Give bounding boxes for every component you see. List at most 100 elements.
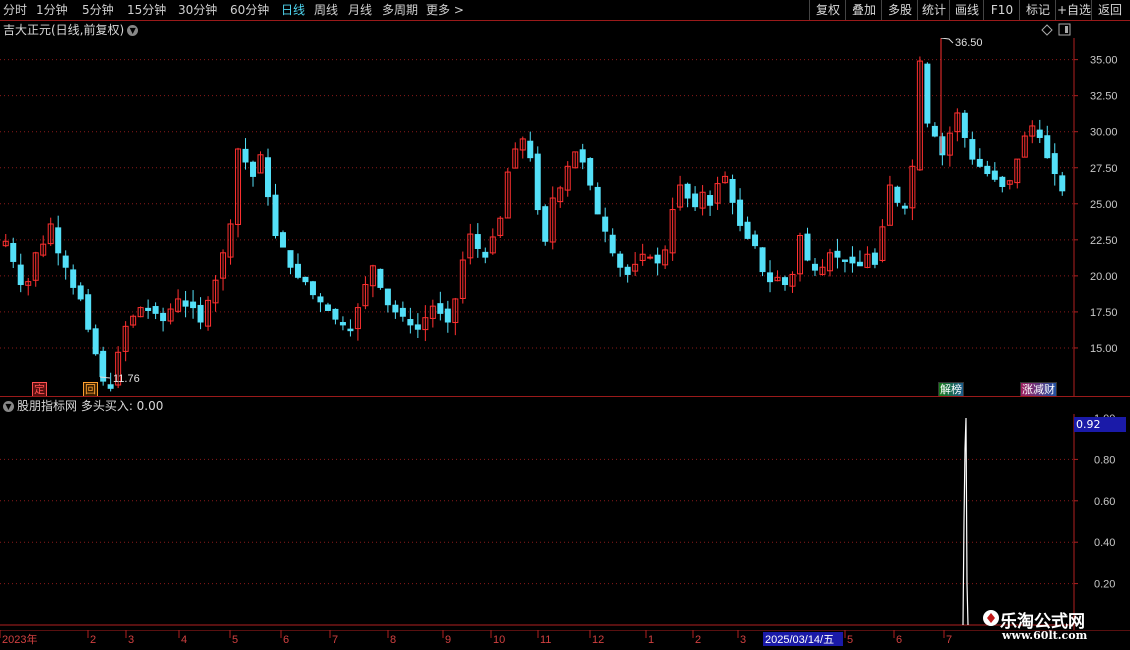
candle bbox=[145, 299, 152, 319]
candle-body bbox=[811, 263, 818, 271]
candle-body bbox=[324, 304, 331, 311]
candle bbox=[167, 303, 174, 325]
back-button[interactable]: 返回 bbox=[1091, 0, 1128, 20]
draw-line-button[interactable]: 画线 bbox=[949, 0, 984, 20]
candle-body bbox=[339, 322, 346, 326]
candle bbox=[92, 324, 99, 356]
candle bbox=[32, 251, 39, 287]
tab-monthly[interactable]: 月线 bbox=[348, 0, 372, 20]
candle-body bbox=[804, 233, 811, 261]
price-tick-label: 35.00 bbox=[1090, 55, 1118, 67]
stats-button[interactable]: 统计 bbox=[917, 0, 950, 20]
candle bbox=[804, 227, 811, 262]
tab-daily[interactable]: 日线 bbox=[281, 0, 305, 20]
mark-button[interactable]: 标记 bbox=[1019, 0, 1056, 20]
candle bbox=[294, 253, 301, 280]
candle-body bbox=[782, 277, 789, 286]
candle bbox=[324, 302, 331, 311]
high-pointer bbox=[940, 38, 954, 44]
candle-body bbox=[384, 288, 391, 306]
f10-button[interactable]: F10 bbox=[983, 0, 1020, 20]
tag-jiebang[interactable]: 解榜 bbox=[938, 382, 964, 397]
overlay-button[interactable]: 叠加 bbox=[845, 0, 882, 20]
price-tick-label: 32.50 bbox=[1090, 91, 1118, 103]
candle-body bbox=[624, 266, 631, 275]
tab-15min[interactable]: 15分钟 bbox=[127, 0, 166, 20]
candle bbox=[789, 271, 796, 293]
candle bbox=[1021, 131, 1028, 158]
candle bbox=[175, 289, 182, 314]
candle bbox=[737, 188, 744, 232]
window-controls bbox=[1041, 23, 1071, 36]
candle-body bbox=[587, 158, 594, 186]
candle-body bbox=[752, 234, 759, 247]
tag-hui[interactable]: 回 bbox=[83, 382, 98, 397]
candle bbox=[714, 176, 721, 210]
indicator-title: 股朋指标网 多头买入: 0.00 bbox=[17, 399, 164, 413]
candle-body bbox=[77, 285, 84, 300]
indicator-tick-label: 0.20 bbox=[1094, 579, 1115, 591]
chevron-down-icon[interactable]: ▼ bbox=[3, 401, 14, 412]
panel-icon[interactable] bbox=[1058, 23, 1071, 36]
candle bbox=[354, 303, 361, 341]
candle-body bbox=[1044, 135, 1051, 159]
tab-1min[interactable]: 1分钟 bbox=[36, 0, 68, 20]
date-highlight-label: 2025/03/14/五 bbox=[765, 634, 834, 646]
candle bbox=[1014, 158, 1021, 189]
price-tick-label: 15.00 bbox=[1090, 343, 1118, 355]
candle-body bbox=[969, 139, 976, 160]
date-label: 6 bbox=[283, 634, 289, 646]
tab-multi-period[interactable]: 多周期 bbox=[382, 0, 418, 20]
candle bbox=[744, 216, 751, 240]
panel-divider bbox=[0, 396, 1130, 397]
tab-5min[interactable]: 5分钟 bbox=[82, 0, 114, 20]
multi-stock-button[interactable]: 多股 bbox=[881, 0, 918, 20]
diamond-icon[interactable] bbox=[1041, 24, 1053, 36]
candle-body bbox=[399, 307, 406, 317]
candle bbox=[257, 151, 264, 174]
tab-fenshi[interactable]: 分时 bbox=[3, 0, 27, 20]
candle bbox=[250, 160, 257, 187]
candle-body bbox=[924, 63, 931, 124]
candlestick-chart[interactable]: 35.00 32.50 30.00 27.50 25.00 22.50 20.00 17.50… bbox=[0, 38, 1130, 396]
candle bbox=[969, 131, 976, 165]
price-tick-label: 22.50 bbox=[1090, 235, 1118, 247]
date-label: 10 bbox=[493, 634, 505, 646]
candle bbox=[647, 254, 654, 260]
watermark-logo-icon bbox=[983, 610, 999, 626]
candle bbox=[497, 216, 504, 239]
chevron-down-icon[interactable]: ▼ bbox=[127, 25, 139, 36]
tab-more[interactable]: 更多 > bbox=[426, 0, 464, 20]
indicator-chart[interactable]: 1.000.800.600.400.20 bbox=[0, 414, 1130, 630]
stock-title: 吉大正元(日线,前复权) bbox=[3, 23, 125, 37]
candle bbox=[841, 259, 848, 273]
date-label: 3 bbox=[128, 634, 134, 646]
tab-weekly[interactable]: 周线 bbox=[314, 0, 338, 20]
candle bbox=[414, 313, 421, 339]
tab-60min[interactable]: 60分钟 bbox=[230, 0, 269, 20]
candle-body bbox=[145, 307, 152, 311]
date-label: 5 bbox=[847, 634, 853, 646]
candle bbox=[302, 276, 309, 286]
indicator-value-box: 0.92 bbox=[1074, 417, 1126, 432]
candle bbox=[422, 305, 429, 342]
candle-body bbox=[10, 242, 17, 262]
candle bbox=[931, 122, 938, 138]
candle-body bbox=[692, 193, 699, 208]
tag-zhangcai[interactable]: 涨减财 bbox=[1020, 382, 1057, 397]
date-label: 11 bbox=[540, 634, 551, 646]
fuquan-button[interactable]: 复权 bbox=[809, 0, 846, 20]
tag-ding[interactable]: 定 bbox=[32, 382, 47, 397]
signal-spike bbox=[962, 417, 969, 626]
candle bbox=[886, 175, 893, 226]
date-label: 8 bbox=[390, 634, 396, 646]
candle bbox=[392, 300, 399, 319]
candle bbox=[774, 270, 781, 282]
tab-30min[interactable]: 30分钟 bbox=[178, 0, 217, 20]
date-label: 4 bbox=[181, 634, 187, 646]
candle-body bbox=[272, 194, 279, 237]
candle-body bbox=[894, 186, 901, 203]
candle bbox=[894, 185, 901, 207]
add-favorite-button[interactable]: +自选 bbox=[1055, 0, 1092, 20]
candle bbox=[287, 250, 294, 275]
